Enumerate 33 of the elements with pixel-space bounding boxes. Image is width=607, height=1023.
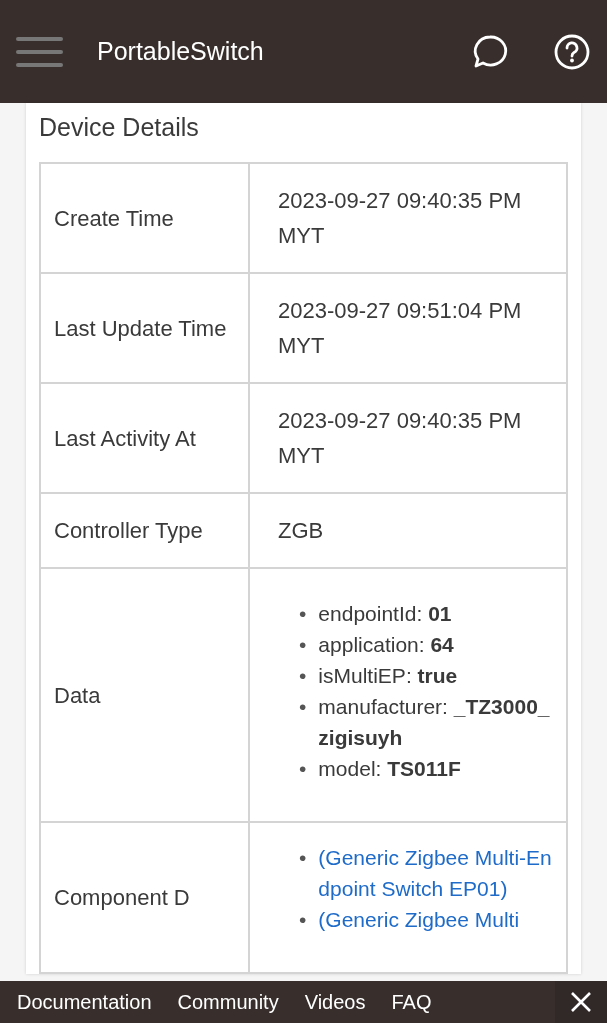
footer-link[interactable]: Community bbox=[177, 990, 279, 1014]
card-title: Device Details bbox=[39, 113, 200, 142]
row-label: Last Activity At bbox=[40, 383, 249, 493]
row-value: 2023-09-27 09:40:35 PM MYT bbox=[249, 383, 567, 493]
row-value: 2023-09-27 09:51:04 PM MYT bbox=[249, 273, 567, 383]
bullet: • bbox=[299, 663, 307, 689]
bullet: • bbox=[299, 694, 307, 720]
data-entry: isMultiEP: true bbox=[318, 663, 458, 689]
close-button[interactable] bbox=[555, 981, 607, 1023]
component-link[interactable]: (Generic Zigbee Multi bbox=[318, 904, 520, 935]
bullet: • bbox=[299, 601, 307, 627]
close-icon bbox=[570, 991, 592, 1013]
bullet: • bbox=[299, 845, 307, 871]
footer-link[interactable]: FAQ bbox=[391, 990, 432, 1014]
row-label: Last Update Time bbox=[40, 273, 249, 383]
bullet: • bbox=[299, 907, 307, 933]
bullet: • bbox=[299, 756, 307, 782]
row-label: Create Time bbox=[40, 163, 249, 273]
row-value: 2023-09-27 09:40:35 PM MYT bbox=[249, 163, 567, 273]
data-entry: model: TS011F bbox=[318, 756, 461, 782]
data-entry: application: 64 bbox=[318, 632, 454, 658]
data-entry: endpointId: 01 bbox=[318, 601, 452, 627]
row-label: Data bbox=[40, 568, 249, 822]
row-label: Controller Type bbox=[40, 493, 249, 568]
app-title: PortableSwitch bbox=[97, 37, 265, 66]
footer-link[interactable]: Videos bbox=[304, 990, 366, 1014]
footer-link[interactable]: Documentation bbox=[17, 990, 152, 1014]
menu-icon[interactable] bbox=[16, 35, 63, 68]
row-label: Component D bbox=[40, 822, 249, 973]
row-value: ZGB bbox=[249, 493, 567, 568]
help-icon[interactable] bbox=[553, 32, 591, 71]
component-link[interactable]: (Generic Zigbee Multi-Endpoint Switch EP01) bbox=[318, 842, 558, 904]
bullet: • bbox=[299, 632, 307, 658]
